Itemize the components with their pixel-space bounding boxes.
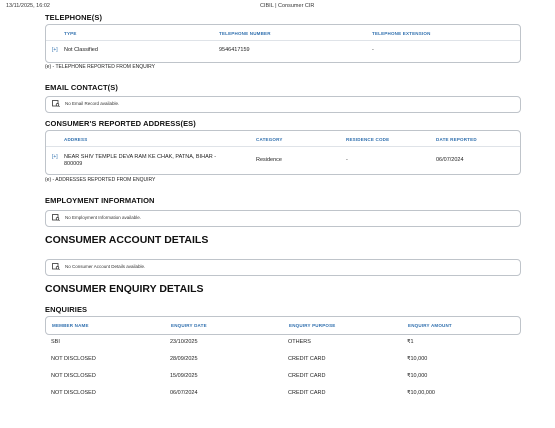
employment-empty-box: No Employment Information available. [45, 210, 521, 227]
col-enquiry-purpose: ENQUIRY PURPOSE [289, 323, 336, 328]
enquiry-date: 15/09/2025 [170, 373, 198, 379]
telephones-table: TYPE TELEPHONE NUMBER TELEPHONE EXTENSIO… [45, 24, 521, 63]
col-category: CATEGORY [256, 137, 283, 142]
phone-type: Not Classified [64, 47, 98, 53]
enquiry-amount: ₹1 [407, 339, 414, 345]
col-telephone-extension: TELEPHONE EXTENSION [372, 31, 431, 36]
print-datetime: 13/11/2025, 16:02 [6, 3, 50, 9]
addresses-heading: CONSUMER'S REPORTED ADDRESS(ES) [45, 119, 196, 128]
enquiry-details-heading: CONSUMER ENQUIRY DETAILS [45, 283, 204, 295]
employment-empty-text: No Employment Information available. [65, 215, 142, 220]
enquiry-date: 23/10/2025 [170, 339, 198, 345]
col-enquiry-date: ENQUIRY DATE [171, 323, 207, 328]
col-address: ADDRESS [64, 137, 88, 142]
expand-toggle[interactable]: [+] [52, 47, 58, 53]
row-divider [46, 146, 520, 147]
phone-number: 9546417159 [219, 47, 250, 53]
address-line-2: 800009 [64, 161, 83, 167]
enquiries-header-box: MEMBER NAME ENQUIRY DATE ENQUIRY PURPOSE… [45, 316, 521, 335]
col-date-reported: DATE REPORTED [436, 137, 477, 142]
enquiry-member: NOT DISCLOSED [51, 390, 96, 396]
accounts-heading: CONSUMER ACCOUNT DETAILS [45, 234, 209, 246]
row-divider [46, 40, 520, 41]
document-search-icon [52, 214, 60, 221]
enquiry-member: NOT DISCLOSED [51, 373, 96, 379]
expand-toggle[interactable]: [+] [52, 154, 58, 160]
col-residence-code: RESIDENCE CODE [346, 137, 390, 142]
address-category: Residence [256, 157, 282, 163]
col-telephone-number: TELEPHONE NUMBER [219, 31, 271, 36]
telephones-heading: TELEPHONE(S) [45, 13, 103, 22]
email-empty-box: No Email Record available. [45, 96, 521, 113]
enquiry-date: 28/09/2025 [170, 356, 198, 362]
enquiry-member: NOT DISCLOSED [51, 356, 96, 362]
addresses-note: (e) - ADDRESSES REPORTED FROM ENQUIRY [45, 177, 156, 183]
enquiry-amount: ₹10,00,000 [407, 390, 435, 396]
enquiry-date: 06/07/2024 [170, 390, 198, 396]
enquiry-amount: ₹10,000 [407, 356, 428, 362]
address-line-1: NEAR SHIV TEMPLE DEVA RAM KE CHAK, PATNA… [64, 154, 217, 160]
telephones-note: (e) - TELEPHONE REPORTED FROM ENQUIRY [45, 64, 156, 70]
phone-extension: - [372, 47, 374, 53]
col-member-name: MEMBER NAME [52, 323, 89, 328]
enquiry-purpose: CREDIT CARD [288, 373, 326, 379]
email-empty-text: No Email Record available. [65, 101, 120, 106]
enquiry-purpose: CREDIT CARD [288, 356, 326, 362]
address-date-reported: 06/07/2024 [436, 157, 464, 163]
document-search-icon [52, 263, 60, 270]
enquiries-heading: ENQUIRIES [45, 305, 88, 314]
enquiry-purpose: CREDIT CARD [288, 390, 326, 396]
address-residence-code: - [346, 157, 348, 163]
document-search-icon [52, 100, 60, 107]
enquiry-member: SBI [51, 339, 60, 345]
enquiry-purpose: OTHERS [288, 339, 311, 345]
accounts-empty-box: No Consumer Account Details available. [45, 259, 521, 276]
employment-heading: EMPLOYMENT INFORMATION [45, 196, 155, 205]
addresses-table: ADDRESS CATEGORY RESIDENCE CODE DATE REP… [45, 130, 521, 175]
col-enquiry-amount: ENQUIRY AMOUNT [408, 323, 452, 328]
print-title: CIBIL | Consumer CIR [260, 3, 315, 9]
accounts-empty-text: No Consumer Account Details available. [65, 264, 146, 269]
enquiry-amount: ₹10,000 [407, 373, 428, 379]
col-type: TYPE [64, 31, 77, 36]
email-heading: EMAIL CONTACT(S) [45, 83, 118, 92]
